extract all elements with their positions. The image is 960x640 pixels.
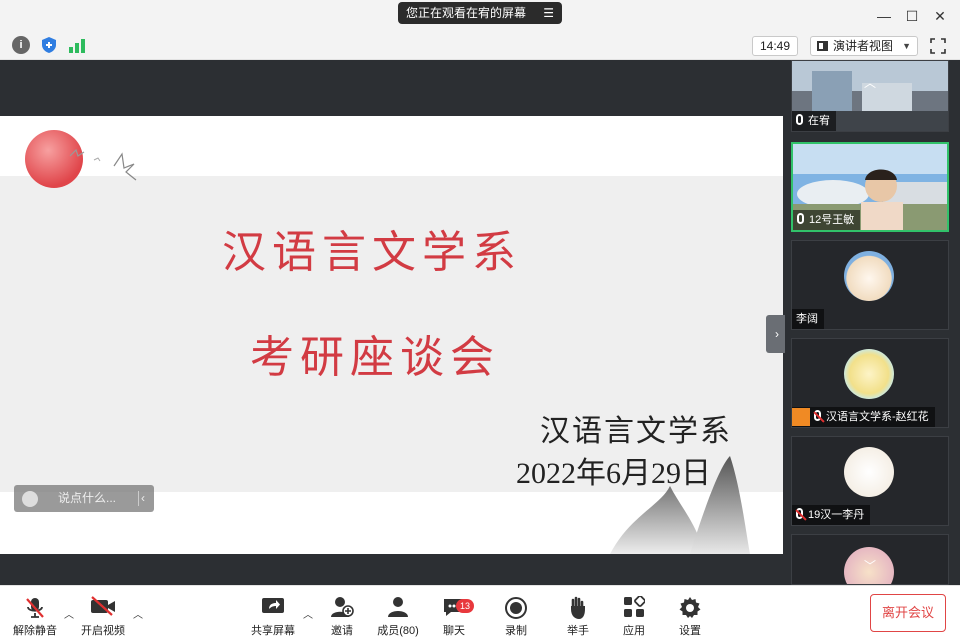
participant-tile[interactable]: 汉语言文学系-赵红花 (791, 338, 949, 428)
participant-name: 12号王敏 (809, 214, 855, 226)
record-label: 录制 (505, 625, 527, 637)
participant-label: 在宥 (792, 111, 836, 131)
chat-button[interactable]: 13 聊天 (424, 586, 484, 640)
signal-strength-icon[interactable] (68, 36, 86, 54)
members-label: 成员(80) (377, 625, 419, 637)
invite-label: 邀请 (331, 625, 353, 637)
title-bar: 您正在观看在宥的屏幕 ☰ — ☐ ✕ (0, 0, 960, 30)
apps-button[interactable]: 应用 (604, 586, 664, 640)
chevron-up-icon[interactable]: ︿ (852, 74, 888, 94)
shield-icon[interactable] (40, 36, 58, 54)
add-user-icon (331, 597, 354, 617)
slide-title-line2: 考研座谈会 (250, 332, 500, 383)
unmute-label: 解除静音 (13, 625, 57, 637)
minimize-icon[interactable]: — (874, 6, 894, 26)
raise-hand-button[interactable]: 举手 (548, 586, 608, 640)
apps-grid-icon (624, 596, 645, 617)
participant-label: 19汉一李丹 (792, 505, 871, 525)
avatar (844, 447, 894, 497)
share-screen-label: 共享屏幕 (251, 625, 295, 637)
fullscreen-icon[interactable] (930, 38, 946, 54)
info-icon[interactable]: i (12, 36, 30, 54)
participant-label: 汉语言文学系-赵红花 (792, 407, 935, 427)
record-icon (505, 597, 527, 619)
chat-input[interactable]: 说点什么... ‹ (14, 485, 154, 512)
screen-share-notice[interactable]: 您正在观看在宥的屏幕 ☰ (398, 2, 562, 24)
emoji-icon[interactable] (22, 491, 38, 507)
chevron-down-icon: ▼ (902, 41, 911, 51)
settings-label: 设置 (679, 625, 701, 637)
meeting-info-bar: i 14:49 演讲者视图 ▼ (0, 30, 960, 60)
meeting-toolbar: 解除静音 ︿ 开启视频 ︿ 共享屏幕 ︿ 邀请 成员(80) 13 聊天 录制 … (0, 585, 960, 640)
screen-share-text: 您正在观看在宥的屏幕 (406, 6, 527, 20)
chevron-down-icon[interactable]: ﹀ (852, 557, 888, 577)
participant-name: 19汉一李丹 (808, 509, 865, 521)
unmute-button[interactable]: 解除静音 (5, 586, 65, 640)
chat-label: 聊天 (443, 625, 465, 637)
record-button[interactable]: 录制 (486, 586, 546, 640)
view-mode-label: 演讲者视图 (833, 39, 894, 53)
members-icon (388, 597, 408, 617)
chevron-left-icon[interactable]: ‹ (141, 485, 145, 512)
share-screen-icon (262, 598, 284, 613)
start-video-label: 开启视频 (81, 625, 125, 637)
participants-panel: ︿ 在宥 12号王敏 李阔 汉语言文学系-赵红花 19汉一李丹 ﹀ (785, 60, 960, 585)
slide-title-line1: 汉语言文学系 (222, 227, 522, 278)
raise-hand-icon (571, 596, 585, 619)
settings-button[interactable]: 设置 (660, 586, 720, 640)
avatar (844, 349, 894, 399)
slide-department: 汉语言文学系 (540, 414, 732, 449)
participant-tile[interactable]: ︿ 在宥 (791, 60, 949, 132)
participant-label: 李阔 (792, 309, 824, 329)
chat-placeholder: 说点什么... (58, 491, 117, 505)
meeting-clock: 14:49 (752, 36, 798, 56)
menu-lines-icon[interactable]: ☰ (543, 2, 554, 24)
ink-mountain-decoration (610, 456, 750, 554)
members-button[interactable]: 成员(80) (368, 586, 428, 640)
avatar (844, 251, 894, 301)
maximize-icon[interactable]: ☐ (902, 6, 922, 26)
gear-icon (679, 597, 701, 618)
share-screen-button[interactable]: 共享屏幕 (243, 586, 303, 640)
participant-tile[interactable]: 李阔 (791, 240, 949, 330)
view-mode-select[interactable]: 演讲者视图 ▼ (810, 36, 918, 56)
shared-screen-area: 汉语言文学系 考研座谈会 汉语言文学系 2022年6月29日 说点什么... ‹ (0, 60, 785, 585)
microphone-muted-icon (796, 508, 803, 519)
user-icon (792, 408, 810, 427)
camera-off-icon (91, 596, 115, 616)
start-video-button[interactable]: 开启视频 (73, 586, 133, 640)
microphone-muted-icon (26, 598, 44, 618)
participant-name: 汉语言文学系-赵红花 (826, 411, 929, 423)
participant-name: 李阔 (796, 313, 818, 325)
participant-tile[interactable]: 12号王敏 (791, 142, 949, 232)
leave-meeting-button[interactable]: 离开会议 (870, 594, 946, 632)
participant-label: 12号王敏 (793, 210, 861, 230)
microphone-muted-icon (814, 410, 821, 421)
close-icon[interactable]: ✕ (930, 6, 950, 26)
video-options-chevron-icon[interactable]: ︿ (133, 606, 143, 621)
participant-tile[interactable]: ﹀ (791, 534, 949, 585)
birds-decoration (69, 148, 137, 181)
invite-button[interactable]: 邀请 (312, 586, 372, 640)
apps-label: 应用 (623, 625, 645, 637)
speaker-view-icon (817, 41, 828, 51)
chat-unread-badge: 13 (456, 599, 474, 613)
participant-name: 在宥 (808, 115, 830, 127)
divider (138, 491, 139, 506)
participant-tile[interactable]: 19汉一李丹 (791, 436, 949, 526)
microphone-icon (797, 213, 804, 224)
meeting-window: 您正在观看在宥的屏幕 ☰ — ☐ ✕ i 14:49 演讲者视图 ▼ 汉语言文学… (0, 0, 960, 640)
microphone-icon (796, 114, 803, 125)
raise-hand-label: 举手 (567, 625, 589, 637)
